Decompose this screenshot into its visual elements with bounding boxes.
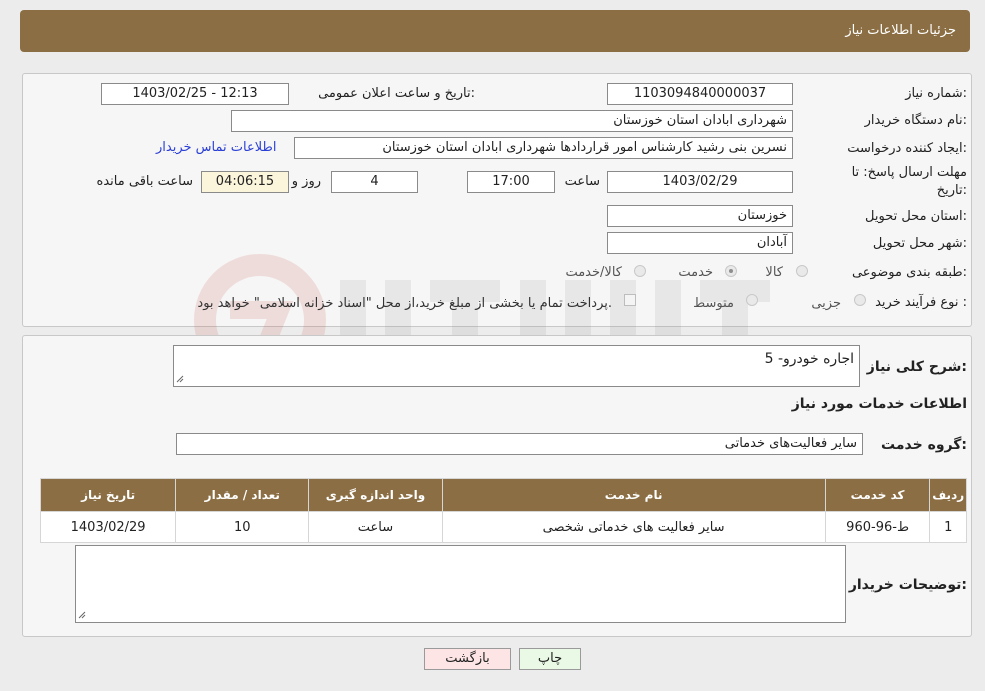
deadline-date-label: تاریخ: (936, 183, 967, 198)
process-radio-medium[interactable] (746, 294, 758, 306)
need-number-field[interactable]: 1103094840000037 (607, 83, 793, 105)
category-label: طبقه بندی موضوعی: (851, 265, 967, 280)
print-button[interactable]: چاپ (519, 648, 581, 670)
services-section-title: اطلاعات خدمات مورد نیاز (791, 396, 967, 412)
col-header-unit: واحد اندازه گیری (308, 478, 443, 512)
service-group-label: گروه خدمت: (881, 437, 967, 453)
cell-service-code: ط-96-960 (824, 511, 931, 543)
days-field[interactable]: 4 (331, 171, 418, 193)
province-label: استان محل تحویل: (865, 209, 967, 224)
services-table: ردیف کد خدمت نام خدمت واحد اندازه گیری ت… (39, 478, 967, 543)
process-option-minor: جزیی (811, 296, 841, 311)
col-header-service-name: نام خدمت (441, 478, 826, 512)
need-number-label: شماره نیاز: (905, 86, 967, 101)
cell-need-date: 1403/02/29 (39, 511, 177, 543)
col-header-quantity: تعداد / مقدار (175, 478, 310, 512)
treasury-payment-note: پرداخت تمام یا بخشی از مبلغ خرید،از محل … (197, 296, 612, 311)
remaining-time-label: ساعت باقی مانده (96, 174, 193, 189)
table-row: 1 ط-96-960 سایر فعالیت های خدماتی شخصی س… (39, 511, 967, 543)
table-header-row: ردیف کد خدمت نام خدمت واحد اندازه گیری ت… (39, 478, 967, 512)
resize-grip-icon[interactable] (176, 375, 184, 383)
page-title: جزئیات اطلاعات نیاز (845, 23, 956, 38)
col-header-service-code: کد خدمت (824, 478, 931, 512)
cell-unit: ساعت (308, 511, 443, 543)
process-option-medium: متوسط (693, 296, 734, 311)
col-header-need-date: تاریخ نیاز (39, 478, 177, 512)
deadline-time-field[interactable]: 17:00 (467, 171, 555, 193)
deadline-time-label: ساعت (564, 174, 600, 189)
days-label: روز و (291, 174, 321, 189)
buyer-org-field[interactable]: شهرداری ابادان استان خوزستان (231, 110, 793, 132)
summary-label: شرح کلی نیاز: (866, 359, 967, 375)
city-field[interactable]: آبادان (607, 232, 793, 254)
buyer-org-label: نام دستگاه خریدار: (864, 113, 967, 128)
announce-datetime-label: تاریخ و ساعت اعلان عمومی: (318, 86, 475, 101)
col-header-row-no: ردیف (929, 478, 967, 512)
category-radio-goods[interactable] (796, 265, 808, 277)
buyer-notes-label: توضیحات خریدار: (848, 577, 967, 593)
cell-row-no: 1 (929, 511, 967, 543)
deadline-label: مهلت ارسال پاسخ: تا (851, 165, 967, 180)
buyer-contact-link[interactable]: اطلاعات تماس خریدار (156, 140, 276, 155)
cell-quantity: 10 (175, 511, 310, 543)
services-table-wrap: ردیف کد خدمت نام خدمت واحد اندازه گیری ت… (39, 478, 967, 543)
category-option-goods: کالا (765, 265, 783, 280)
creator-field[interactable]: نسرین بنی رشید کارشناس امور قراردادها شه… (294, 137, 793, 159)
treasury-payment-checkbox[interactable] (624, 294, 636, 306)
back-button[interactable]: بازگشت (424, 648, 511, 670)
category-radio-service[interactable] (725, 265, 737, 277)
city-label: شهر محل تحویل: (872, 236, 967, 251)
deadline-date-field[interactable]: 1403/02/29 (607, 171, 793, 193)
summary-textarea[interactable]: اجاره خودرو- 5 (173, 345, 860, 387)
creator-label: ایجاد کننده درخواست: (847, 141, 967, 156)
remaining-time-field: 04:06:15 (201, 171, 289, 193)
announce-datetime-field[interactable]: 1403/02/25 - 12:13 (101, 83, 289, 105)
process-radio-minor[interactable] (854, 294, 866, 306)
province-field[interactable]: خوزستان (607, 205, 793, 227)
process-label: نوع فرآیند خرید : (875, 295, 967, 310)
resize-grip-icon[interactable] (78, 611, 86, 619)
page-header: جزئیات اطلاعات نیاز (20, 10, 970, 52)
category-option-service: خدمت (678, 265, 713, 280)
category-radio-goods-service[interactable] (634, 265, 646, 277)
summary-text: اجاره خودرو- 5 (764, 351, 854, 367)
service-group-field[interactable]: سایر فعالیت‌های خدماتی (176, 433, 863, 455)
buyer-notes-textarea[interactable] (75, 545, 846, 623)
category-option-goods-service: کالا/خدمت (565, 265, 622, 280)
cell-service-name: سایر فعالیت های خدماتی شخصی (441, 511, 826, 543)
